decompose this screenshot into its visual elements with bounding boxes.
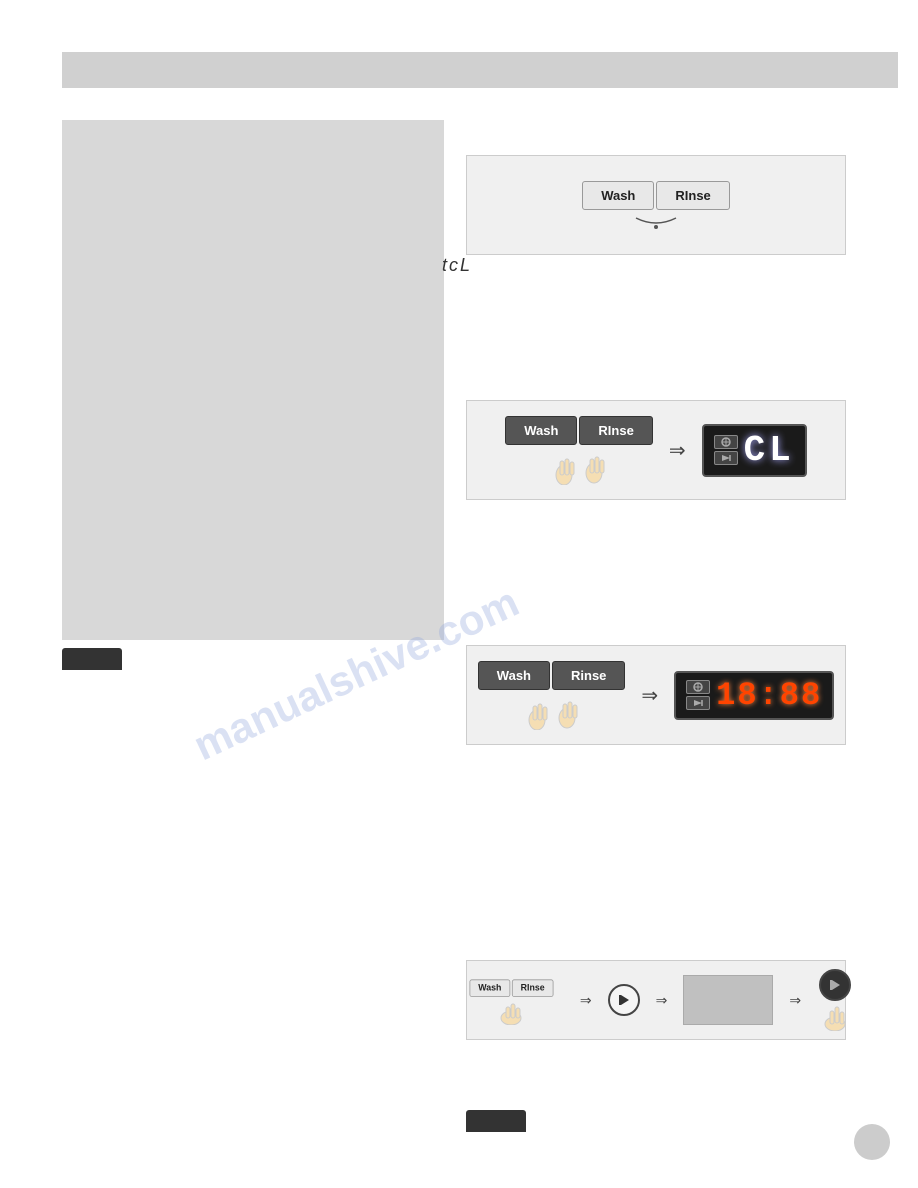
display-text-CL: CL bbox=[744, 430, 795, 471]
play-pause-button-2[interactable] bbox=[819, 969, 851, 1001]
wash-button-3[interactable]: Wash bbox=[478, 661, 550, 690]
gray-rectangle bbox=[683, 975, 773, 1025]
connector-1 bbox=[616, 214, 696, 230]
rinse-button-3[interactable]: Rinse bbox=[552, 661, 625, 690]
button-row-1: Wash RInse bbox=[582, 181, 730, 210]
arrow-3: ⇒ bbox=[580, 992, 592, 1009]
arrow-2: ⇒ bbox=[641, 683, 658, 708]
rinse-button-1[interactable]: RInse bbox=[656, 181, 729, 210]
finger-gesture-4 bbox=[817, 1001, 853, 1031]
display-box-CL: CL bbox=[702, 424, 807, 477]
display-icon-bottom bbox=[714, 451, 738, 465]
small-tab-2 bbox=[466, 1110, 526, 1132]
instruction-box-3: Wash Rinse ⇒ bbox=[466, 645, 846, 745]
left-panel: tcL bbox=[62, 120, 444, 640]
display-icon-top bbox=[714, 435, 738, 449]
button-group-1: Wash RInse bbox=[582, 181, 730, 230]
play-pause-button-1[interactable] bbox=[608, 984, 640, 1016]
arrow-5: ⇒ bbox=[789, 992, 801, 1009]
display-box-time: 18:88 bbox=[674, 671, 834, 720]
header-bar bbox=[62, 52, 898, 88]
display-icon-top-2 bbox=[686, 680, 710, 694]
small-tab-bottom bbox=[62, 648, 122, 670]
wash-button-1[interactable]: Wash bbox=[582, 181, 654, 210]
instruction-box-2: Wash RInse ⇒ bbox=[466, 400, 846, 500]
page-number bbox=[854, 1124, 890, 1160]
rinse-button-4[interactable]: RInse bbox=[512, 979, 554, 997]
wash-button-2[interactable]: Wash bbox=[505, 416, 577, 445]
rinse-button-2[interactable]: RInse bbox=[579, 416, 652, 445]
instruction-box-4: Wash RInse ⇒ ⇒ ⇒ bbox=[466, 960, 846, 1040]
arrow-4: ⇒ bbox=[656, 992, 668, 1009]
instruction-box-1: Wash RInse bbox=[466, 155, 846, 255]
display-icon-bottom-2 bbox=[686, 696, 710, 710]
display-icons-1 bbox=[714, 435, 738, 465]
display-icons-2 bbox=[686, 680, 710, 710]
wash-button-4[interactable]: Wash bbox=[469, 979, 510, 997]
arrow-1: ⇒ bbox=[669, 438, 686, 463]
left-panel-label: tcL bbox=[442, 255, 472, 276]
finger-gesture-2 bbox=[517, 692, 587, 730]
finger-gesture-3 bbox=[493, 997, 529, 1025]
display-text-time: 18:88 bbox=[716, 677, 822, 714]
finger-gesture-1 bbox=[544, 447, 614, 485]
